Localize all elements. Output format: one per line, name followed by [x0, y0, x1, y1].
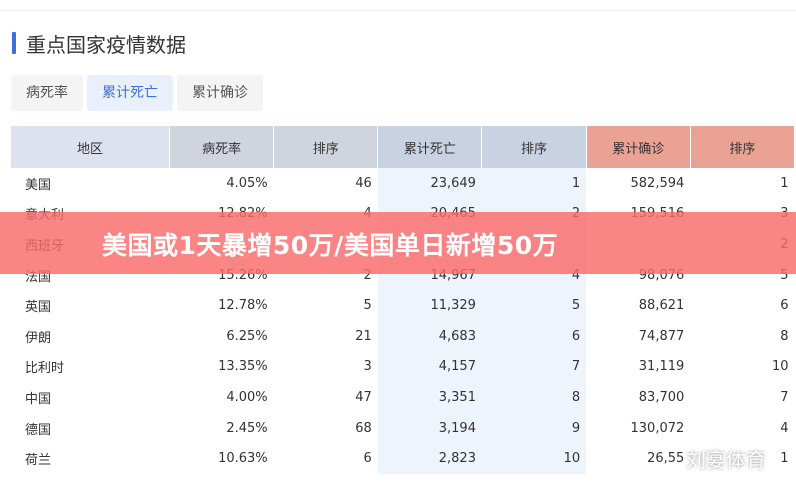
column-header-death-rate[interactable]: 病死率	[169, 126, 275, 168]
column-header-rank[interactable]: 排序	[481, 126, 587, 168]
page-title: 重点国家疫情数据	[26, 32, 186, 57]
cell-death-rate: 6.25%	[226, 328, 268, 344]
watermark: 刘宴体育	[686, 448, 766, 472]
column-header-rank[interactable]: 排序	[273, 126, 379, 168]
cell-rank: 47	[355, 389, 372, 405]
column-header-region[interactable]: 地区	[11, 126, 170, 168]
title-accent-bar	[12, 32, 16, 54]
cell-deaths: 3,351	[377, 382, 482, 413]
cell-death-rate: 13.35%	[218, 359, 268, 375]
table-row[interactable]: 美国 4.05% 46 23,649 1 582,594 1	[11, 168, 795, 199]
cell-rank: 10	[771, 359, 789, 375]
table-header-row: 地区 病死率 排序 累计死亡 排序 累计确诊 排序	[11, 126, 796, 168]
cell-region: 英国	[25, 300, 52, 316]
cell-deaths: 2,823	[377, 443, 482, 474]
cell-death-rate: 10.63%	[218, 451, 268, 467]
cell-confirmed: 74,877	[638, 328, 685, 344]
cell-rank: 6	[780, 298, 789, 314]
cell-rank: 1	[780, 175, 789, 191]
cell-rank: 5	[363, 298, 372, 314]
cell-deaths: 11,329	[377, 290, 482, 321]
cell-rank: 7	[780, 389, 789, 405]
column-header-rank[interactable]: 排序	[690, 126, 796, 168]
country-data-table: 地区 病死率 排序 累计死亡 排序 累计确诊 排序 美国 4.05% 46 23,64…	[11, 126, 796, 474]
cell-confirmed: 88,621	[638, 298, 685, 314]
column-header-confirmed[interactable]: 累计确诊	[586, 126, 691, 168]
cell-rank: 4	[780, 420, 789, 436]
cell-rank: 8	[481, 382, 587, 413]
cell-confirmed: 582,594	[630, 175, 685, 191]
cell-rank: 8	[780, 328, 789, 344]
cell-rank: 1	[481, 168, 587, 199]
table-row[interactable]: 比利时 13.35% 3 4,157 7 31,119 10	[11, 351, 795, 383]
cell-rank: 21	[355, 328, 372, 344]
cell-region: 比利时	[25, 361, 65, 377]
cell-confirmed: 130,072	[630, 420, 685, 436]
tab-death-rate[interactable]: 病死率	[11, 75, 83, 111]
cell-death-rate: 12.78%	[218, 298, 268, 314]
cell-death-rate: 4.00%	[226, 389, 268, 405]
headline-banner-text: 美国或1天暴增50万/美国单日新增50万	[102, 231, 559, 260]
cell-region: 美国	[25, 177, 52, 193]
cell-rank: 6	[363, 451, 372, 467]
table-row[interactable]: 中国 4.00% 47 3,351 8 83,700 7	[11, 382, 795, 413]
cell-rank: 3	[363, 359, 372, 375]
cell-deaths: 4,683	[377, 320, 482, 352]
cell-death-rate: 4.05%	[226, 175, 268, 191]
tab-cumulative-confirmed[interactable]: 累计确诊	[177, 75, 263, 111]
cell-rank: 9	[481, 412, 587, 444]
cell-rank: 5	[481, 290, 587, 321]
cell-rank: 10	[481, 443, 587, 474]
tab-bar: 病死率 累计死亡 累计确诊	[11, 75, 263, 111]
cell-region: 中国	[25, 391, 52, 407]
cell-deaths: 4,157	[377, 351, 482, 383]
cell-confirmed: 31,119	[638, 359, 685, 375]
cell-rank: 46	[355, 175, 372, 191]
tab-cumulative-deaths[interactable]: 累计死亡	[87, 75, 173, 111]
cell-confirmed: 26,55	[647, 451, 685, 467]
table-row[interactable]: 德国 2.45% 68 3,194 9 130,072 4	[11, 412, 795, 444]
cell-region: 荷兰	[25, 453, 52, 469]
cell-deaths: 23,649	[377, 168, 482, 199]
table-row[interactable]: 荷兰 10.63% 6 2,823 10 26,55 1	[11, 443, 795, 474]
cell-deaths: 3,194	[377, 412, 482, 444]
cell-region: 伊朗	[25, 330, 52, 346]
top-divider	[0, 10, 796, 11]
cell-region: 德国	[25, 422, 52, 438]
cell-rank: 68	[355, 420, 372, 436]
column-header-deaths[interactable]: 累计死亡	[377, 126, 483, 168]
section-header: 重点国家疫情数据	[12, 30, 186, 57]
table-row[interactable]: 英国 12.78% 5 11,329 5 88,621 6	[11, 290, 795, 321]
table-row[interactable]: 伊朗 6.25% 21 4,683 6 74,877 8	[11, 320, 795, 352]
cell-death-rate: 2.45%	[226, 420, 268, 436]
cell-confirmed: 83,700	[638, 389, 685, 405]
cell-rank: 7	[481, 351, 587, 383]
cell-rank: 6	[481, 320, 587, 352]
